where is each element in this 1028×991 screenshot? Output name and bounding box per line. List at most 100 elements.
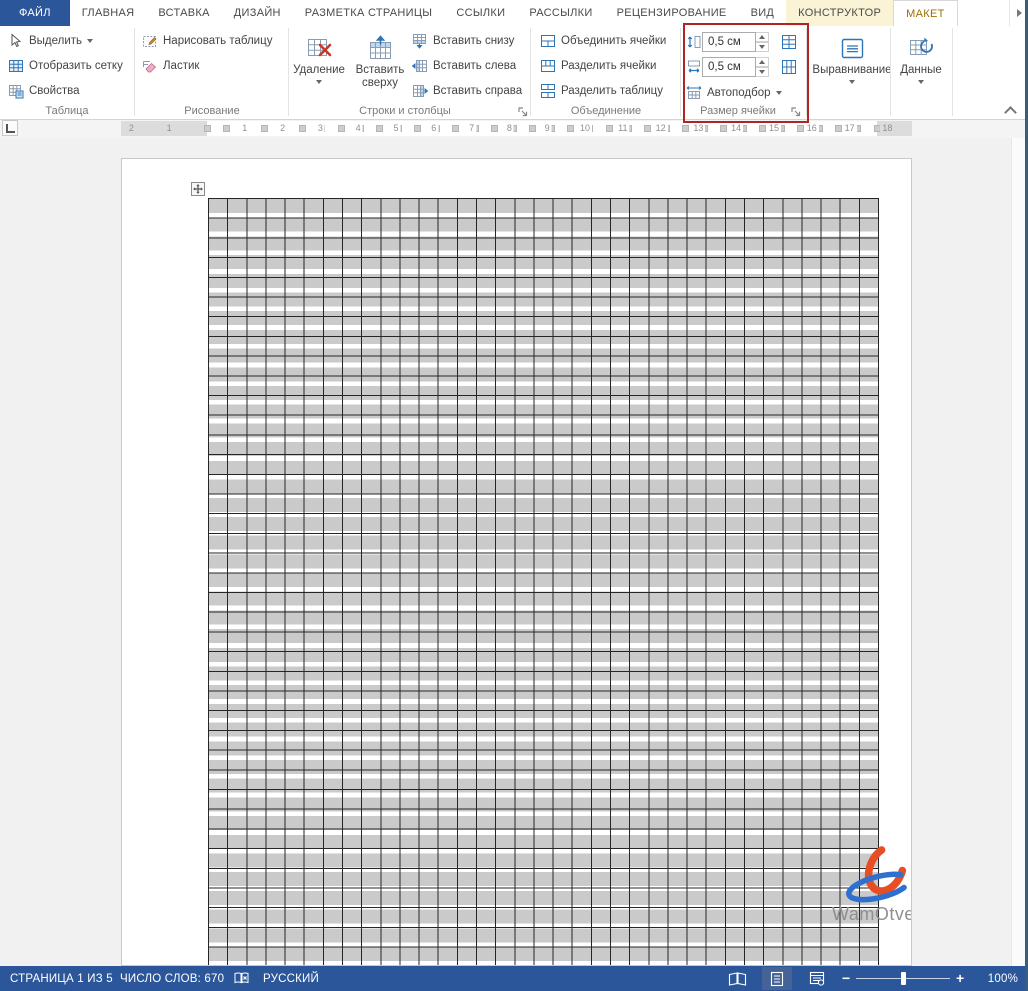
- tab-references[interactable]: ССЫЛКИ: [444, 0, 517, 26]
- ruler-number: 14: [729, 122, 743, 135]
- view-gridlines-button[interactable]: Отобразить сетку: [8, 55, 123, 77]
- draw-table-button[interactable]: Нарисовать таблицу: [142, 30, 272, 52]
- ruler-column-marker: [376, 125, 383, 132]
- h-ruler[interactable]: 21123456789101112131415161718: [121, 121, 912, 136]
- tab-review[interactable]: РЕЦЕНЗИРОВАНИЕ: [605, 0, 739, 26]
- document-page[interactable]: WamOtvet.ru: [121, 158, 912, 966]
- row-height-icon[interactable]: [686, 34, 702, 50]
- group-label-table: Таблица: [8, 105, 126, 117]
- properties-button[interactable]: Свойства: [8, 80, 80, 102]
- column-width-input[interactable]: [702, 57, 756, 77]
- ruler-column-marker: [606, 125, 613, 132]
- insert-below-button[interactable]: Вставить снизу: [412, 30, 514, 52]
- autofit-button[interactable]: Автоподбор: [686, 82, 782, 104]
- column-width-icon[interactable]: [686, 59, 702, 75]
- zoom-in-button[interactable]: +: [956, 966, 964, 991]
- ruler-number: 8: [505, 122, 514, 135]
- chevron-down-icon: [316, 80, 322, 84]
- ruler-number: 1: [240, 122, 249, 135]
- language-status[interactable]: РУССКИЙ: [263, 966, 319, 991]
- select-cursor-icon: [8, 33, 24, 49]
- tab-mailings[interactable]: РАССЫЛКИ: [517, 0, 604, 26]
- spinner-up-icon[interactable]: [756, 57, 769, 67]
- ruler-column-marker: [414, 125, 421, 132]
- table-move-handle[interactable]: [191, 182, 205, 196]
- ruler-column-marker: [797, 125, 804, 132]
- split-table-icon: [540, 83, 556, 99]
- ruler-column-marker: [835, 125, 842, 132]
- ruler-column-marker: [204, 125, 211, 132]
- spinner-down-icon[interactable]: [756, 42, 769, 52]
- table-grid[interactable]: [208, 198, 879, 966]
- ruler-number: 3: [316, 122, 325, 135]
- ruler-number: 5: [391, 122, 400, 135]
- insert-right-button[interactable]: Вставить справа: [412, 80, 522, 102]
- zoom-slider-handle[interactable]: [901, 972, 906, 985]
- watermark-text: WamOtvet.ru: [822, 904, 912, 925]
- status-bar: СТРАНИЦА 1 ИЗ 5 ЧИСЛО СЛОВ: 670 РУССКИЙ: [0, 966, 1028, 991]
- watermark-logo: WamOtvet.ru: [822, 843, 912, 925]
- tab-view[interactable]: ВИД: [739, 0, 787, 26]
- autofit-icon: [686, 85, 702, 101]
- tab-table-design[interactable]: КОНСТРУКТОР: [786, 0, 893, 26]
- watermark-swoosh-icon: [822, 843, 912, 905]
- select-button[interactable]: Выделить: [8, 30, 93, 52]
- data-button[interactable]: Данные: [894, 28, 948, 116]
- column-width-spinner[interactable]: [756, 57, 769, 77]
- row-height-spinner[interactable]: [756, 32, 769, 52]
- read-mode-button[interactable]: [722, 967, 752, 990]
- ruler-number: 4: [354, 122, 363, 135]
- page-number-status[interactable]: СТРАНИЦА 1 ИЗ 5: [10, 966, 113, 991]
- ruler-number: 17: [843, 122, 857, 135]
- collapse-ribbon-button[interactable]: [1004, 106, 1016, 114]
- dialog-launcher-icon[interactable]: [790, 106, 802, 118]
- tab-page-layout[interactable]: РАЗМЕТКА СТРАНИЦЫ: [293, 0, 445, 26]
- ruler-number: 2: [127, 122, 136, 135]
- web-layout-button[interactable]: [802, 967, 832, 990]
- distribute-rows-icon[interactable]: [781, 34, 797, 50]
- ruler-number: 11: [616, 122, 629, 135]
- move-cross-icon: [193, 184, 203, 194]
- arrow-right-icon: [1017, 9, 1022, 17]
- ruler-number: 7: [467, 122, 476, 135]
- insert-left-button[interactable]: Вставить слева: [412, 55, 516, 77]
- split-table-button[interactable]: Разделить таблицу: [540, 80, 663, 102]
- ruler-number: 6: [429, 122, 438, 135]
- print-layout-icon: [770, 971, 784, 987]
- tab-table-layout[interactable]: МАКЕТ: [893, 0, 957, 26]
- tab-design[interactable]: ДИЗАЙН: [222, 0, 293, 26]
- read-mode-icon: [728, 972, 747, 986]
- group-label-draw: Рисование: [142, 105, 282, 117]
- split-cells-label: Разделить ячейки: [561, 60, 656, 72]
- word-count-status[interactable]: ЧИСЛО СЛОВ: 670: [120, 966, 224, 991]
- zoom-out-button[interactable]: −: [842, 966, 850, 991]
- proofing-book-icon: [233, 970, 250, 987]
- vertical-scrollbar[interactable]: [1011, 138, 1025, 966]
- split-cells-button[interactable]: Разделить ячейки: [540, 55, 656, 77]
- group-separator: [952, 28, 953, 116]
- alignment-label: Выравнивание: [812, 64, 891, 77]
- tab-file[interactable]: ФАЙЛ: [0, 0, 70, 26]
- tab-home[interactable]: ГЛАВНАЯ: [70, 0, 147, 26]
- print-layout-button[interactable]: [762, 967, 792, 990]
- ruler-number: 9: [543, 122, 552, 135]
- eraser-button[interactable]: Ластик: [142, 55, 199, 77]
- ruler-number: 18: [880, 122, 894, 135]
- zoom-level-label[interactable]: 100%: [976, 966, 1018, 991]
- merge-cells-button[interactable]: Объединить ячейки: [540, 30, 666, 52]
- delete-button[interactable]: Удаление: [292, 28, 346, 116]
- spinner-up-icon[interactable]: [756, 32, 769, 42]
- alignment-button[interactable]: Выравнивание: [810, 28, 894, 116]
- data-icon: [908, 35, 935, 62]
- insert-above-button[interactable]: Вставить сверху: [350, 28, 410, 116]
- distribute-columns-icon[interactable]: [781, 59, 797, 75]
- proofing-status[interactable]: [233, 966, 250, 991]
- spinner-down-icon[interactable]: [756, 67, 769, 77]
- ruler-column-marker: [223, 125, 230, 132]
- group-separator: [134, 28, 135, 116]
- dialog-launcher-icon[interactable]: [517, 106, 529, 118]
- ruler-number: 2: [278, 122, 287, 135]
- row-height-input[interactable]: [702, 32, 756, 52]
- tab-stop-selector[interactable]: [2, 120, 18, 136]
- tab-insert[interactable]: ВСТАВКА: [146, 0, 221, 26]
